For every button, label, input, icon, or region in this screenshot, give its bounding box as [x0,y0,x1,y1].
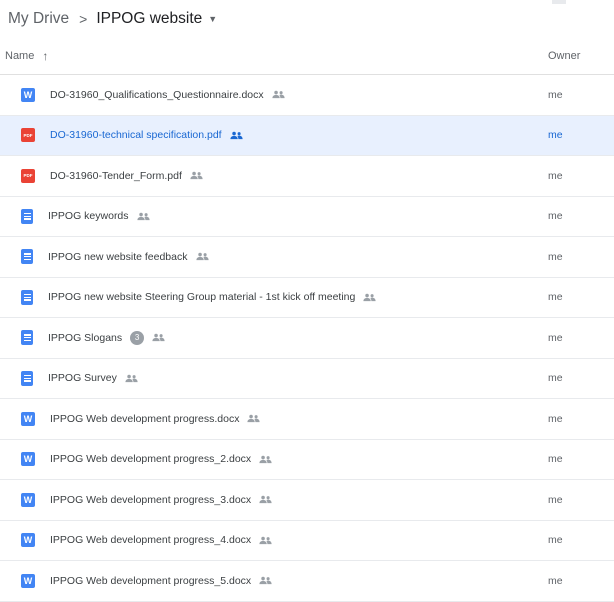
word-file-icon: W [21,411,35,426]
file-owner: me [548,534,563,547]
google-doc-icon [21,370,33,386]
word-file-icon: W [21,452,35,467]
people-icon [259,495,272,504]
file-row[interactable]: IPPOG new website Steering Group materia… [0,278,614,318]
breadcrumb-my-drive[interactable]: My Drive [8,10,69,28]
pdf-file-icon: PDF [21,168,35,183]
file-row[interactable]: PDF DO-31960-Tender_Form.pdf me [0,156,614,197]
file-row[interactable]: W DO-31960_Qualifications_Questionnaire.d… [0,75,614,116]
file-owner: me [548,412,563,425]
google-doc-icon [21,330,33,346]
people-icon [136,212,150,221]
breadcrumb-current-folder[interactable]: IPPOG website [96,10,202,28]
file-row[interactable]: W IPPOG Web development progress_2.docx me [0,440,614,480]
file-name: IPPOG new website feedback [48,250,188,263]
file-row[interactable]: W IPPOG Web development progress_5.docx me [0,561,614,602]
file-owner: me [548,169,563,182]
file-owner: me [548,250,563,263]
people-icon [363,293,376,302]
people-icon [152,333,165,342]
people-icon [259,536,272,545]
google-doc-icon [21,208,33,224]
file-owner: me [548,574,563,587]
file-list: W DO-31960_Qualifications_Questionnaire.d… [0,75,614,602]
people-icon [230,131,243,140]
people-icon [195,252,209,261]
file-name-cell: IPPOG Web development progress.docx [50,413,548,425]
file-name: IPPOG Web development progress_4.docx [50,534,252,547]
file-row[interactable]: IPPOG new website feedback me [0,237,614,278]
file-name: DO-31960-technical specification.pdf [50,129,222,142]
file-owner: me [548,210,563,223]
people-icon [190,171,203,180]
people-icon [247,414,261,423]
toolbar-edge [552,0,566,4]
file-name-cell: IPPOG Web development progress_5.docx [50,575,548,587]
file-name-cell: IPPOG new website feedback [48,251,548,263]
file-row[interactable]: W IPPOG Web development progress.docx me [0,399,614,440]
file-owner: me [548,372,563,385]
file-owner: me [548,453,563,466]
people-icon [259,576,272,585]
pdf-file-icon: PDF [21,128,35,143]
file-owner: me [548,129,563,142]
file-row[interactable]: IPPOG Slogans 3 me [0,318,614,359]
file-name: IPPOG Web development progress_3.docx [50,493,252,506]
file-owner: me [548,493,563,506]
file-row[interactable]: IPPOG Survey me [0,359,614,399]
file-name: IPPOG keywords [48,210,129,223]
breadcrumb-separator-icon: > [79,11,88,27]
file-row[interactable]: PDF DO-31960-technical specification.pdf m… [0,115,614,156]
comment-count-badge: 3 [130,330,145,345]
file-name: IPPOG new website Steering Group materia… [48,291,356,304]
people-icon [272,90,285,99]
file-row[interactable]: IPPOG keywords me [0,197,614,237]
people-icon [259,455,272,464]
file-name-cell: IPPOG Web development progress_4.docx [50,534,548,546]
owner-column-header[interactable]: Owner [548,50,614,62]
sort-arrow-icon[interactable]: ↑ [42,49,48,63]
file-name: IPPOG Web development progress_5.docx [50,574,252,587]
file-name-cell: DO-31960_Qualifications_Questionnaire.do… [50,89,548,101]
file-name-cell: IPPOG Survey [48,372,548,384]
google-doc-icon [21,249,33,265]
file-name-cell: IPPOG Web development progress_2.docx [50,453,548,465]
file-list-header: Name ↑ Owner [0,38,614,75]
file-name: IPPOG Slogans [48,331,123,344]
file-name-cell: IPPOG Slogans 3 [48,330,548,345]
word-file-icon: W [21,492,35,507]
file-name: DO-31960_Qualifications_Questionnaire.do… [50,88,264,101]
file-name: DO-31960-Tender_Form.pdf [50,169,182,182]
file-owner: me [548,331,563,344]
file-owner: me [548,291,563,304]
file-row[interactable]: W IPPOG Web development progress_4.docx me [0,521,614,561]
caret-down-icon[interactable]: ▼ [208,14,217,24]
name-column-header[interactable]: Name [5,50,34,62]
google-doc-icon [21,289,33,305]
word-file-icon: W [21,533,35,548]
word-file-icon: W [21,87,35,102]
file-name-cell: IPPOG Web development progress_3.docx [50,494,548,506]
file-name: IPPOG Survey [48,372,117,385]
file-name: IPPOG Web development progress_2.docx [50,453,252,466]
file-name-cell: IPPOG keywords [48,210,548,222]
file-name-cell: IPPOG new website Steering Group materia… [48,291,548,303]
file-row[interactable]: W IPPOG Web development progress_3.docx me [0,480,614,521]
file-name: IPPOG Web development progress.docx [50,412,240,425]
file-name-cell: DO-31960-Tender_Form.pdf [50,170,548,182]
breadcrumb: My Drive > IPPOG website ▼ [0,0,614,38]
file-owner: me [548,88,563,101]
people-icon [125,374,138,383]
file-name-cell: DO-31960-technical specification.pdf [50,129,548,141]
